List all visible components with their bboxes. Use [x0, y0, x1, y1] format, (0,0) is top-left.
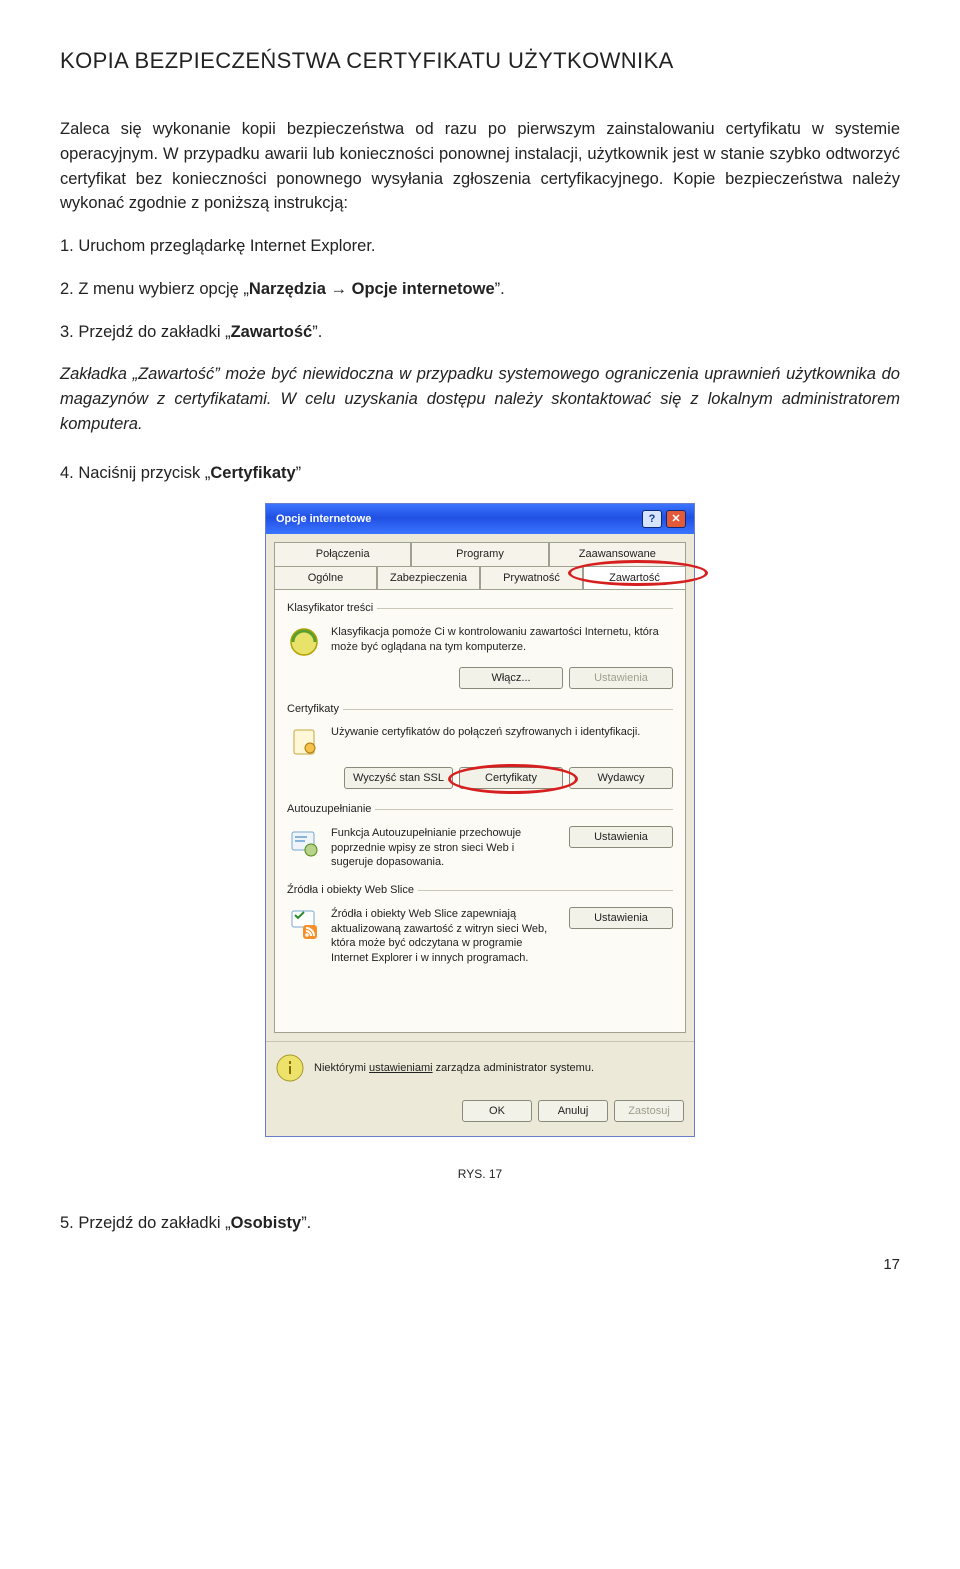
help-button[interactable]: ? — [642, 510, 662, 528]
clear-ssl-button[interactable]: Wyczyść stan SSL — [344, 767, 453, 789]
step-4-suffix: ” — [296, 464, 302, 482]
info-icon — [276, 1054, 304, 1082]
cancel-button[interactable]: Anuluj — [538, 1100, 608, 1122]
legend-feeds: Źródła i obiekty Web Slice — [287, 882, 418, 899]
feeds-icon — [287, 907, 321, 941]
step-5-prefix: 5. Przejdź do zakładki „ — [60, 1214, 231, 1232]
intro-paragraph: Zaleca się wykonanie kopii bezpieczeństw… — [60, 117, 900, 216]
step-3-prefix: 3. Przejdź do zakładki „ — [60, 323, 231, 341]
step-2-prefix: 2. Z menu wybierz opcję „ — [60, 280, 249, 298]
step-2: 2. Z menu wybierz opcję „Narzędzia → Opc… — [60, 277, 900, 302]
section-content-advisor: Klasyfikator treści Klasyfikacja pomoże … — [287, 600, 673, 689]
apply-button[interactable]: Zastosuj — [614, 1100, 684, 1122]
ok-button[interactable]: OK — [462, 1100, 532, 1122]
step-3-bold: Zawartość — [231, 323, 313, 341]
tab-zabezpieczenia[interactable]: Zabezpieczenia — [377, 566, 480, 590]
content-advisor-icon — [287, 625, 321, 659]
tab-zaawansowane[interactable]: Zaawansowane — [549, 542, 686, 566]
certificates-text: Używanie certyfikatów do połączeń szyfro… — [331, 725, 673, 740]
certificates-button-label: Certyfikaty — [485, 770, 537, 787]
legend-autocomplete: Autouzupełnianie — [287, 801, 375, 818]
step-4-bold: Certyfikaty — [210, 464, 295, 482]
step-4-prefix: 4. Naciśnij przycisk „ — [60, 464, 210, 482]
page-number: 17 — [60, 1254, 900, 1277]
legend-content-advisor: Klasyfikator treści — [287, 600, 377, 617]
certificates-button[interactable]: Certyfikaty — [459, 767, 563, 789]
tab-zawartosc-label: Zawartość — [609, 572, 660, 584]
step-3: 3. Przejdź do zakładki „Zawartość”. — [60, 320, 900, 345]
step-5: 5. Przejdź do zakładki „Osobisty”. — [60, 1211, 900, 1236]
enable-button[interactable]: Włącz... — [459, 667, 563, 689]
certificate-icon — [287, 725, 321, 759]
tab-ogolne[interactable]: Ogólne — [274, 566, 377, 590]
feeds-settings-button[interactable]: Ustawienia — [569, 907, 673, 929]
feeds-text: Źródła i obiekty Web Slice zapewniają ak… — [331, 907, 559, 966]
tab-prywatnosc[interactable]: Prywatność — [480, 566, 583, 590]
close-button[interactable]: ✕ — [666, 510, 686, 528]
tab-zawartosc[interactable]: Zawartość — [583, 566, 686, 590]
step-1: 1. Uruchom przeglądarkę Internet Explore… — [60, 234, 900, 259]
autocomplete-settings-button[interactable]: Ustawienia — [569, 826, 673, 848]
content-advisor-text: Klasyfikacja pomoże Ci w kontrolowaniu z… — [331, 625, 673, 655]
figure-caption: RYS. 17 — [60, 1165, 900, 1183]
internet-options-dialog: Opcje internetowe ? ✕ Połączenia Program… — [265, 503, 695, 1137]
italic-note: Zakładka „Zawartość” może być niewidoczn… — [60, 362, 900, 436]
step-4: 4. Naciśnij przycisk „Certyfikaty” — [60, 461, 900, 486]
dialog-title: Opcje internetowe — [276, 511, 371, 528]
legend-certificates: Certyfikaty — [287, 701, 343, 718]
publishers-button[interactable]: Wydawcy — [569, 767, 673, 789]
step-3-suffix: ”. — [312, 323, 322, 341]
content-settings-button[interactable]: Ustawienia — [569, 667, 673, 689]
section-certificates: Certyfikaty Używanie certyfikatów do poł… — [287, 701, 673, 790]
step-5-bold: Osobisty — [231, 1214, 302, 1232]
page-title: KOPIA BEZPIECZEŃSTWA CERTYFIKATU UŻYTKOW… — [60, 44, 900, 77]
autocomplete-icon — [287, 826, 321, 860]
step-2-bold: Narzędzia → Opcje internetowe — [249, 280, 495, 298]
section-feeds: Źródła i obiekty Web Slice Źródła i obie… — [287, 882, 673, 966]
tab-polaczenia[interactable]: Połączenia — [274, 542, 411, 566]
titlebar: Opcje internetowe ? ✕ — [266, 504, 694, 534]
admin-info-bar: Niektórymi ustawieniami zarządza adminis… — [266, 1041, 694, 1092]
admin-info-text: Niektórymi ustawieniami zarządza adminis… — [314, 1061, 684, 1076]
tab-programy[interactable]: Programy — [411, 542, 548, 566]
autocomplete-text: Funkcja Autouzupełnianie przechowuje pop… — [331, 826, 559, 871]
step-5-suffix: ”. — [301, 1214, 311, 1232]
step-2-suffix: ”. — [495, 280, 505, 298]
settings-link[interactable]: ustawieniami — [369, 1062, 433, 1074]
section-autocomplete: Autouzupełnianie Funkcja Autouzupełniani… — [287, 801, 673, 870]
